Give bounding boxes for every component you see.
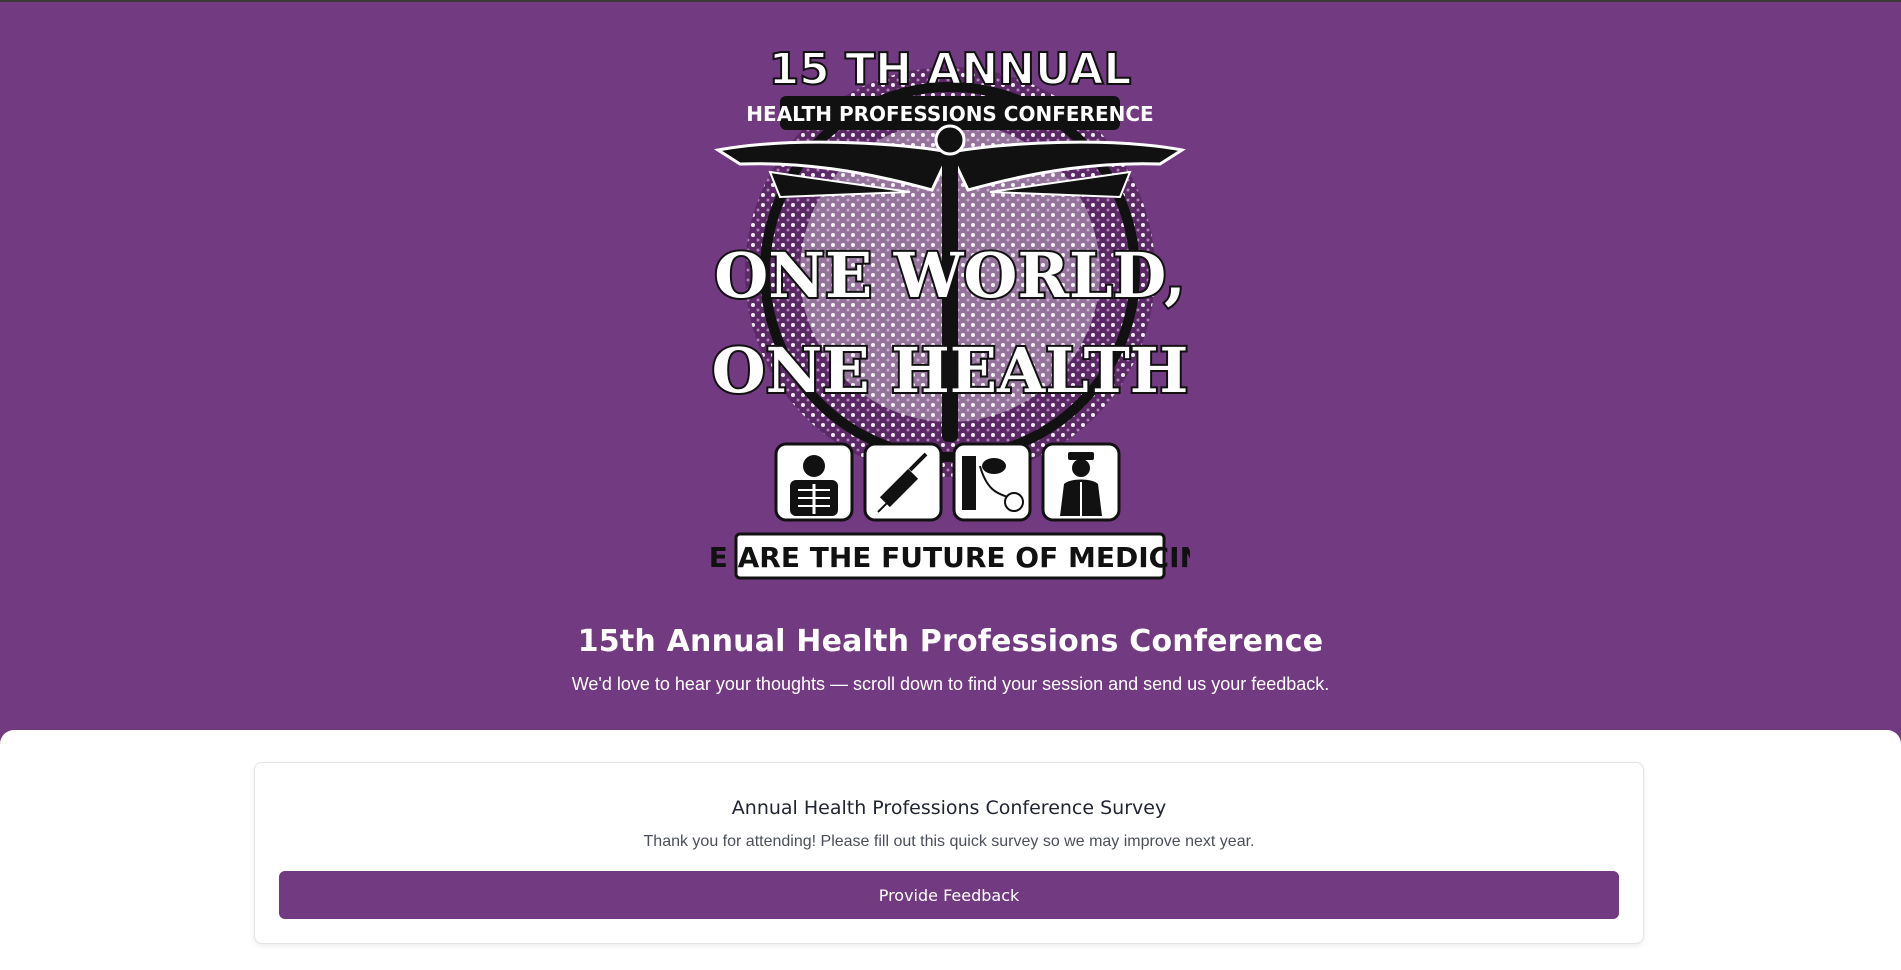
survey-description: Thank you for attending! Please fill out… <box>643 833 1255 850</box>
logo-motto-line1: ONE WORLD, <box>714 239 1185 312</box>
syringe-icon <box>863 442 943 522</box>
hero-banner: 15 TH ANNUAL HEALTH PROFESSIONS CONFEREN… <box>0 2 1901 730</box>
blood-pressure-icon <box>952 442 1032 522</box>
page-subtitle: We'd love to hear your thoughts — scroll… <box>571 674 1330 694</box>
main-content: Annual Health Professions Conference Sur… <box>0 730 1901 970</box>
logo-motto-line2: ONE HEALTH <box>712 334 1189 407</box>
logo-arc-line: HEALTH PROFESSIONS CONFERENCE <box>746 102 1153 126</box>
survey-title: Annual Health Professions Conference Sur… <box>731 797 1167 819</box>
provide-feedback-button[interactable]: Provide Feedback <box>279 871 1619 919</box>
doctor-icon <box>1041 442 1121 522</box>
xray-icon <box>774 442 854 522</box>
logo-tagline: WE ARE THE FUTURE OF MEDICINE <box>710 541 1190 574</box>
page-title: 15th Annual Health Professions Conferenc… <box>577 624 1324 659</box>
survey-card: Annual Health Professions Conference Sur… <box>254 762 1644 944</box>
logo-top-line: 15 TH ANNUAL <box>769 44 1132 95</box>
conference-logo: 15 TH ANNUAL HEALTH PROFESSIONS CONFEREN… <box>710 43 1190 580</box>
